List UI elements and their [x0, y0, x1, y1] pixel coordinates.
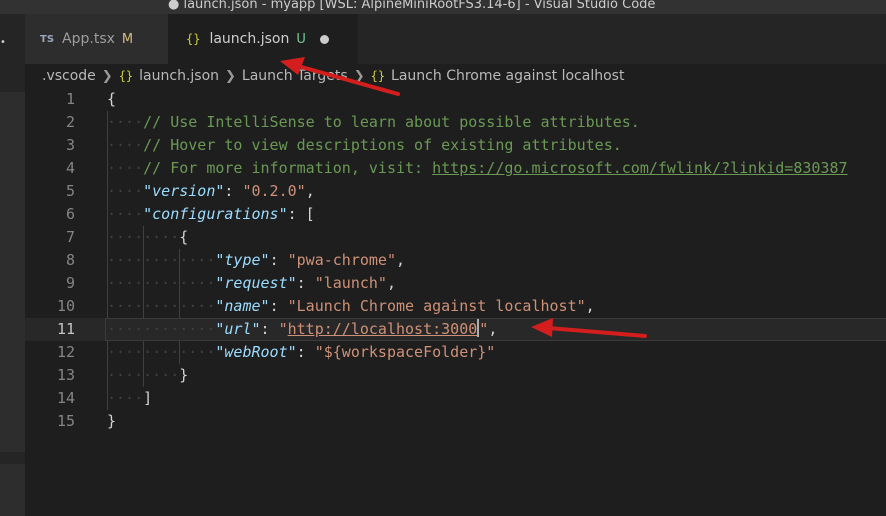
annotation-arrow-url: [531, 318, 647, 338]
annotation-arrow-tab: [280, 57, 400, 96]
annotation-arrows: [280, 57, 647, 338]
